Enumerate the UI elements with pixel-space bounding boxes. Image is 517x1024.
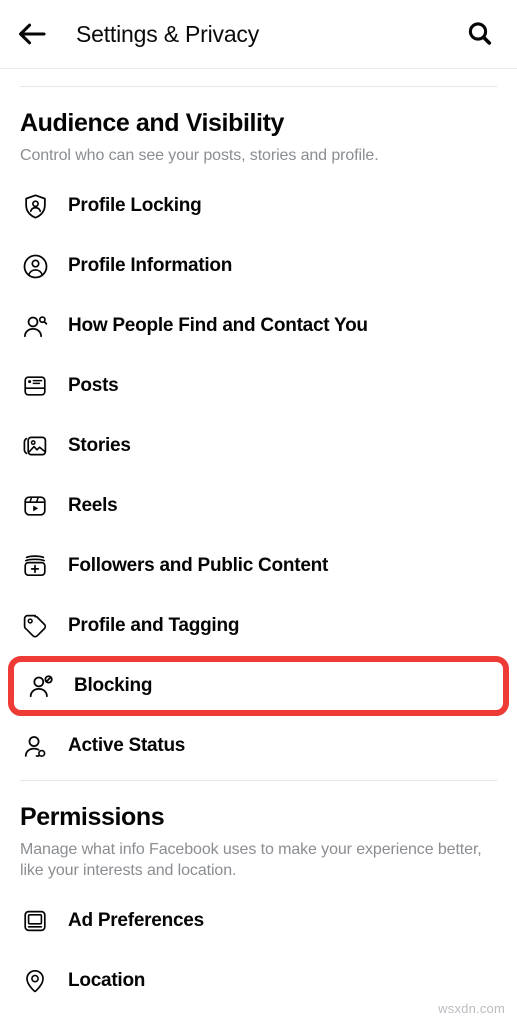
list-item-active-status[interactable]: Active Status [0, 716, 517, 776]
search-button[interactable] [461, 15, 499, 53]
post-card-icon [20, 371, 50, 401]
monitor-icon [20, 906, 50, 936]
list-item-label: How People Find and Contact You [68, 315, 368, 336]
box-plus-icon [20, 551, 50, 581]
list-item-reels[interactable]: Reels [0, 476, 517, 536]
list-item-label: Stories [68, 435, 131, 456]
list-item-label: Ad Preferences [68, 910, 204, 931]
list-item-profile-locking[interactable]: Profile Locking [0, 176, 517, 236]
watermark: wsxdn.com [438, 1001, 505, 1016]
list-item-label: Posts [68, 375, 119, 396]
back-button[interactable] [18, 15, 56, 53]
list-item-how-people-find-and-contact-you[interactable]: How People Find and Contact You [0, 296, 517, 356]
list-item-label: Active Status [68, 735, 186, 756]
person-block-icon [26, 671, 56, 701]
section-audience-and-visibility: Audience and Visibility Control who can … [0, 87, 517, 166]
list-item-profile-and-tagging[interactable]: Profile and Tagging [0, 596, 517, 656]
list-item-followers-and-public-content[interactable]: Followers and Public Content [0, 536, 517, 596]
permissions-list: Ad Preferences Location [0, 881, 517, 1011]
list-item-profile-information[interactable]: Profile Information [0, 236, 517, 296]
list-item-label: Blocking [74, 675, 153, 696]
list-item-label: Profile Locking [68, 195, 202, 216]
photo-stack-icon [20, 431, 50, 461]
header-gap [0, 69, 517, 86]
shield-person-icon [20, 191, 50, 221]
person-status-icon [20, 731, 50, 761]
list-item-label: Followers and Public Content [68, 555, 329, 576]
search-icon [465, 19, 495, 49]
person-search-icon [20, 311, 50, 341]
list-item-label: Location [68, 970, 146, 991]
tag-icon [20, 611, 50, 641]
person-circle-icon [20, 251, 50, 281]
app-header: Settings & Privacy [0, 0, 517, 68]
list-item-label: Profile Information [68, 255, 233, 276]
section-title: Permissions [20, 803, 165, 831]
list-item-ad-preferences[interactable]: Ad Preferences [0, 891, 517, 951]
list-item-stories[interactable]: Stories [0, 416, 517, 476]
section-permissions: Permissions Manage what info Facebook us… [0, 781, 517, 881]
list-item-label: Reels [68, 495, 118, 516]
page-title: Settings & Privacy [76, 20, 260, 47]
list-item-label: Profile and Tagging [68, 615, 240, 636]
list-item-blocking[interactable]: Blocking [8, 656, 509, 716]
reels-play-icon [20, 491, 50, 521]
section-title: Audience and Visibility [20, 109, 285, 137]
location-pin-icon [20, 966, 50, 996]
audience-list: Profile Locking Profile Information How … [0, 166, 517, 776]
list-item-posts[interactable]: Posts [0, 356, 517, 416]
arrow-left-icon [18, 21, 46, 47]
section-subtitle: Manage what info Facebook uses to make y… [20, 841, 482, 879]
section-subtitle: Control who can see your posts, stories … [20, 147, 379, 164]
